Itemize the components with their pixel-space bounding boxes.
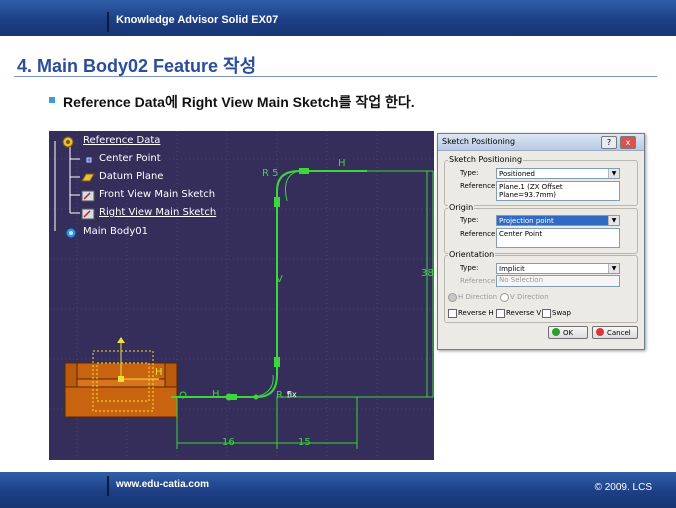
dialog-titlebar[interactable]: Sketch Positioning ? x — [438, 134, 644, 151]
radius-dimension-top[interactable]: R 5 — [262, 168, 279, 179]
sketch-icon — [81, 207, 95, 220]
title-divider — [14, 76, 657, 77]
origin-type-select-value: Projection point — [499, 217, 554, 225]
cancel-icon — [596, 328, 604, 336]
footer-url[interactable]: www.edu-catia.com — [116, 479, 209, 490]
reverse-v-label: Reverse V — [506, 309, 542, 317]
footer-bar: www.edu-catia.com © 2009. LCS — [0, 472, 676, 508]
tree-item-front-view-main-sketch[interactable]: Front View Main Sketch — [99, 189, 215, 200]
sketch-constraints — [179, 168, 309, 401]
reverse-h-checkbox[interactable] — [448, 309, 457, 318]
footer-divider — [107, 476, 109, 496]
origin-reference-label: Reference: — [460, 230, 498, 238]
ok-icon — [552, 328, 560, 336]
point-icon — [83, 153, 95, 165]
reference-data-icon — [62, 135, 74, 148]
tree-item-datum-plane[interactable]: Datum Plane — [99, 171, 163, 182]
orientation-reference-field[interactable]: No Selection — [496, 275, 620, 287]
orientation-type-label: Type: — [460, 264, 479, 272]
sketch-positioning-group-label: Sketch Positioning — [448, 155, 524, 164]
plane-icon — [81, 171, 95, 183]
header-title: Knowledge Advisor Solid EX07 — [116, 14, 279, 26]
fix-constraint: fix — [287, 390, 297, 399]
ok-button[interactable]: OK — [548, 326, 588, 339]
left-width-dimension[interactable]: 16 — [222, 437, 235, 448]
v-direction-label: V Direction — [510, 293, 549, 301]
cancel-label: Cancel — [607, 329, 631, 337]
sketch-positioning-dialog: Sketch Positioning ? x Sketch Positionin… — [437, 133, 645, 350]
tree-item-main-body01[interactable]: Main Body01 — [83, 226, 148, 237]
chevron-down-icon[interactable]: ▼ — [608, 264, 619, 273]
h-direction-radio[interactable] — [448, 293, 457, 302]
right-width-dimension[interactable]: 15 — [298, 437, 311, 448]
type-select-value: Positioned — [499, 170, 536, 178]
reverse-h-label: Reverse H — [458, 309, 494, 317]
header-divider — [107, 12, 109, 32]
bullet-marker — [49, 97, 55, 103]
origin-reference-field[interactable]: Center Point — [496, 228, 620, 248]
footer-copyright: © 2009. LCS — [594, 482, 652, 493]
reference-label: Reference: — [460, 182, 498, 190]
vertical-constraint: V — [276, 274, 283, 285]
height-dimension[interactable]: 38 — [421, 268, 434, 279]
cancel-button[interactable]: Cancel — [592, 326, 638, 339]
origin-group-label: Origin — [448, 203, 475, 212]
orientation-group-label: Orientation — [448, 250, 496, 259]
bullet-text: Reference Data에 Right View Main Sketch를 … — [63, 94, 415, 110]
catia-viewport[interactable]: Reference Data Center Point Datum Plane … — [49, 131, 434, 460]
sketch-icon — [81, 189, 95, 202]
dialog-title: Sketch Positioning — [442, 137, 516, 146]
sketch-profile — [171, 170, 367, 398]
swap-checkbox[interactable] — [542, 309, 551, 318]
v-direction-radio[interactable] — [500, 293, 509, 302]
chevron-down-icon[interactable]: ▼ — [608, 216, 619, 225]
help-button[interactable]: ? — [601, 136, 617, 149]
header-bar: Knowledge Advisor Solid EX07 — [0, 0, 676, 36]
horizontal-constraint-bottom: H — [212, 389, 220, 400]
tree-item-right-view-main-sketch[interactable]: Right View Main Sketch — [99, 207, 216, 218]
ok-label: OK — [563, 329, 574, 337]
origin-type-label: Type: — [460, 216, 479, 224]
orientation-type-select-value: Implicit — [499, 265, 525, 273]
body-icon — [65, 226, 77, 239]
horizontal-constraint-top: H — [338, 158, 346, 169]
orientation-type-select[interactable]: Implicit ▼ — [496, 263, 620, 274]
tree-item-reference-data[interactable]: Reference Data — [83, 135, 160, 146]
horizontal-constraint-part: H — [155, 367, 163, 378]
origin-type-select[interactable]: Projection point ▼ — [496, 215, 620, 226]
swap-label: Swap — [552, 309, 571, 317]
chevron-down-icon[interactable]: ▼ — [608, 169, 619, 178]
reference-field[interactable]: Plane.1 (ZX Offset Plane=93.7mm) — [496, 181, 620, 201]
tree-item-center-point[interactable]: Center Point — [99, 153, 161, 164]
slide-title: 4. Main Body02 Feature 작성 — [17, 56, 257, 76]
reverse-v-checkbox[interactable] — [496, 309, 505, 318]
h-direction-label: H Direction — [458, 293, 498, 301]
close-button[interactable]: x — [620, 136, 636, 149]
type-label: Type: — [460, 169, 479, 177]
type-select[interactable]: Positioned ▼ — [496, 168, 620, 179]
orientation-reference-label: Reference: — [460, 277, 498, 285]
